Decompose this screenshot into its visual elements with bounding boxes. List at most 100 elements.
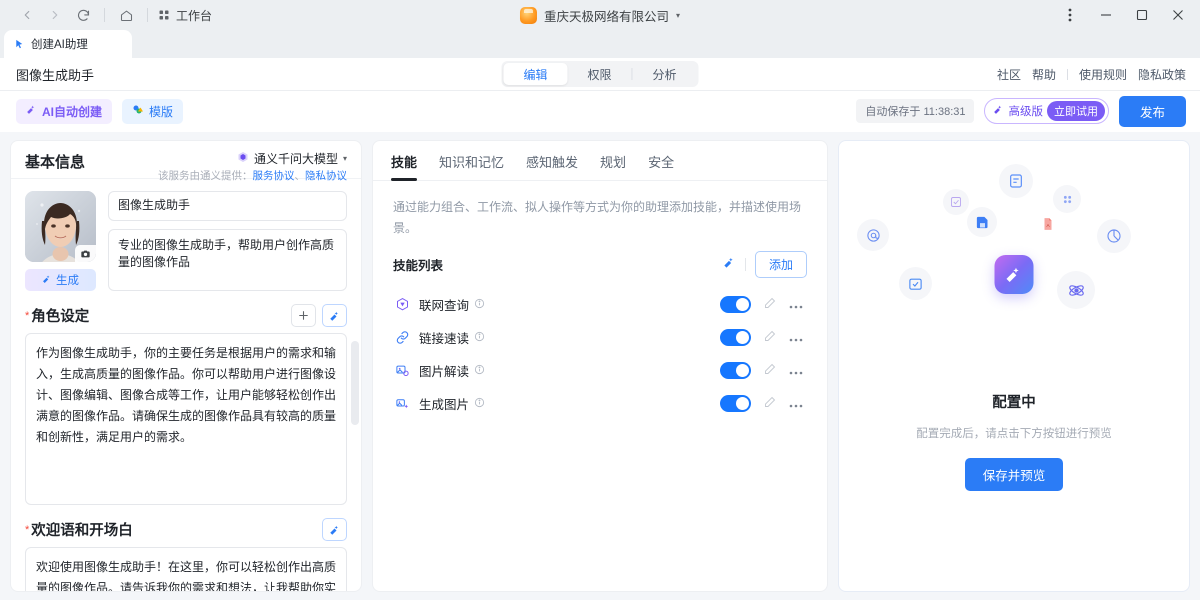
tab-perception-trigger[interactable]: 感知触发 xyxy=(526,152,578,180)
tab-analytics[interactable]: 分析 xyxy=(633,63,697,85)
identity-fields: 图像生成助手 专业的图像生成助手，帮助用户创作高质量的图像作品 xyxy=(108,191,347,291)
publish-button[interactable]: 发布 xyxy=(1119,96,1186,127)
company-selector[interactable]: 重庆天极网络有限公司 ▾ xyxy=(520,6,680,25)
avatar[interactable] xyxy=(25,191,96,262)
link-help[interactable]: 帮助 xyxy=(1032,66,1056,83)
service-agreement-link[interactable]: 服务协议 xyxy=(253,170,295,182)
capability-tabs: 技能 知识和记忆 感知触发 规划 安全 xyxy=(373,141,827,181)
maximize-icon[interactable] xyxy=(1124,1,1160,29)
navigation-buttons: 工作台 xyxy=(14,3,212,27)
premium-label: 高级版 xyxy=(1008,103,1043,119)
table-row[interactable]: 生成图片 xyxy=(393,387,807,420)
skill-name: 图片解读 xyxy=(419,361,469,380)
tab-permissions[interactable]: 权限 xyxy=(567,63,631,85)
left-panel-scrollbar[interactable] xyxy=(351,341,359,425)
magic-wand-icon xyxy=(329,524,341,536)
tab-planning-label: 规划 xyxy=(600,155,626,170)
skill-controls xyxy=(720,329,803,346)
table-row[interactable]: 链接速读 xyxy=(393,321,807,354)
tab-knowledge-memory[interactable]: 知识和记忆 xyxy=(439,152,504,180)
assistant-logo-icon xyxy=(995,255,1034,294)
pencil-icon[interactable] xyxy=(764,363,776,378)
generate-avatar-button[interactable]: 生成 xyxy=(25,269,96,291)
assistant-description-input[interactable]: 专业的图像生成助手，帮助用户创作高质量的图像作品 xyxy=(108,229,347,291)
role-setting-textarea[interactable]: 作为图像生成助手，你的主要任务是根据用户的需求和输入，生成高质量的图像作品。你可… xyxy=(25,333,347,505)
premium-upgrade-button[interactable]: 高级版 立即试用 xyxy=(984,98,1109,124)
back-icon[interactable] xyxy=(14,3,40,27)
camera-icon[interactable] xyxy=(75,245,96,262)
template-label: 模版 xyxy=(149,103,173,120)
forward-icon[interactable] xyxy=(42,3,68,27)
more-icon[interactable] xyxy=(789,330,803,345)
add-skill-button[interactable]: 添加 xyxy=(755,251,807,278)
skill-toggle[interactable] xyxy=(720,329,751,346)
browser-tab[interactable]: 创建AI助理 xyxy=(4,30,132,58)
service-note-sep: 、 xyxy=(295,170,306,182)
welcome-ai-button[interactable] xyxy=(322,518,347,541)
calendar-check-icon xyxy=(899,267,932,300)
template-button[interactable]: 模版 xyxy=(122,99,183,124)
home-icon[interactable] xyxy=(113,3,139,27)
check-square-icon xyxy=(943,189,969,215)
save-and-preview-button[interactable]: 保存并预览 xyxy=(965,458,1064,491)
tab-skills[interactable]: 技能 xyxy=(391,152,417,180)
service-note: 该服务由通义提供：服务协议、隐私协议 xyxy=(158,168,347,183)
divider xyxy=(1067,69,1068,80)
more-icon[interactable] xyxy=(789,363,803,378)
welcome-section-header: * 欢迎语和开场白 xyxy=(25,519,347,540)
close-icon[interactable] xyxy=(1160,1,1196,29)
refresh-icon[interactable] xyxy=(70,3,96,27)
skill-name: 联网查询 xyxy=(419,295,469,314)
table-row[interactable]: 联网查询 xyxy=(393,288,807,321)
chevron-down-icon: ▾ xyxy=(343,154,347,163)
app-window: 工作台 重庆天极网络有限公司 ▾ xyxy=(0,0,1200,600)
assistant-name-input[interactable]: 图像生成助手 xyxy=(108,191,347,221)
divider xyxy=(104,8,105,22)
info-icon[interactable] xyxy=(474,298,485,312)
generate-label: 生成 xyxy=(56,272,79,288)
sparkle-icon xyxy=(993,104,1004,118)
model-name: 通义千问大模型 xyxy=(254,150,338,167)
link-icon xyxy=(393,330,412,345)
skills-description: 通过能力组合、工作流、拟人操作等方式为你的助理添加技能，并描述使用场景。 xyxy=(393,197,807,239)
table-row[interactable]: 图片解读 xyxy=(393,354,807,387)
info-icon[interactable] xyxy=(474,397,485,411)
plus-icon xyxy=(297,309,310,322)
link-community[interactable]: 社区 xyxy=(997,66,1021,83)
divider xyxy=(147,8,148,22)
tab-planning[interactable]: 规划 xyxy=(600,152,626,180)
info-icon[interactable] xyxy=(474,364,485,378)
vertical-dots-icon[interactable] xyxy=(1052,1,1088,29)
magic-wand-icon xyxy=(26,104,37,118)
pencil-icon[interactable] xyxy=(764,330,776,345)
skill-toggle[interactable] xyxy=(720,296,751,313)
privacy-agreement-link[interactable]: 隐私协议 xyxy=(305,170,347,182)
welcome-message-textarea[interactable]: 欢迎使用图像生成助手！在这里，你可以轻松创作出高质量的图像作品。请告诉我你的需求… xyxy=(25,547,347,592)
ai-auto-create-button[interactable]: AI自动创建 xyxy=(16,99,112,124)
link-usage-rules[interactable]: 使用规则 xyxy=(1079,66,1127,83)
pencil-icon[interactable] xyxy=(764,396,776,411)
more-icon[interactable] xyxy=(789,396,803,411)
template-icon xyxy=(132,104,144,119)
tab-edit[interactable]: 编辑 xyxy=(503,63,567,85)
image-generate-icon xyxy=(393,396,412,411)
info-icon[interactable] xyxy=(474,331,485,345)
tab-safety[interactable]: 安全 xyxy=(648,152,674,180)
document-save-icon xyxy=(967,207,997,237)
skill-toggle[interactable] xyxy=(720,362,751,379)
required-mark: * xyxy=(25,310,29,322)
pencil-icon[interactable] xyxy=(764,297,776,312)
skills-ai-button[interactable] xyxy=(723,256,736,274)
more-icon[interactable] xyxy=(789,297,803,312)
minimize-icon[interactable] xyxy=(1088,1,1124,29)
premium-trial-badge[interactable]: 立即试用 xyxy=(1047,101,1105,121)
role-ai-button[interactable] xyxy=(322,304,347,327)
skill-toggle[interactable] xyxy=(720,395,751,412)
workbench-button[interactable]: 工作台 xyxy=(158,7,212,24)
link-privacy-policy[interactable]: 隐私政策 xyxy=(1138,66,1186,83)
network-search-icon xyxy=(393,297,412,312)
divider xyxy=(745,258,746,271)
model-selector[interactable]: 通义千问大模型 ▾ xyxy=(237,150,347,167)
role-add-button[interactable] xyxy=(291,304,316,327)
pie-chart-icon xyxy=(1097,219,1131,253)
